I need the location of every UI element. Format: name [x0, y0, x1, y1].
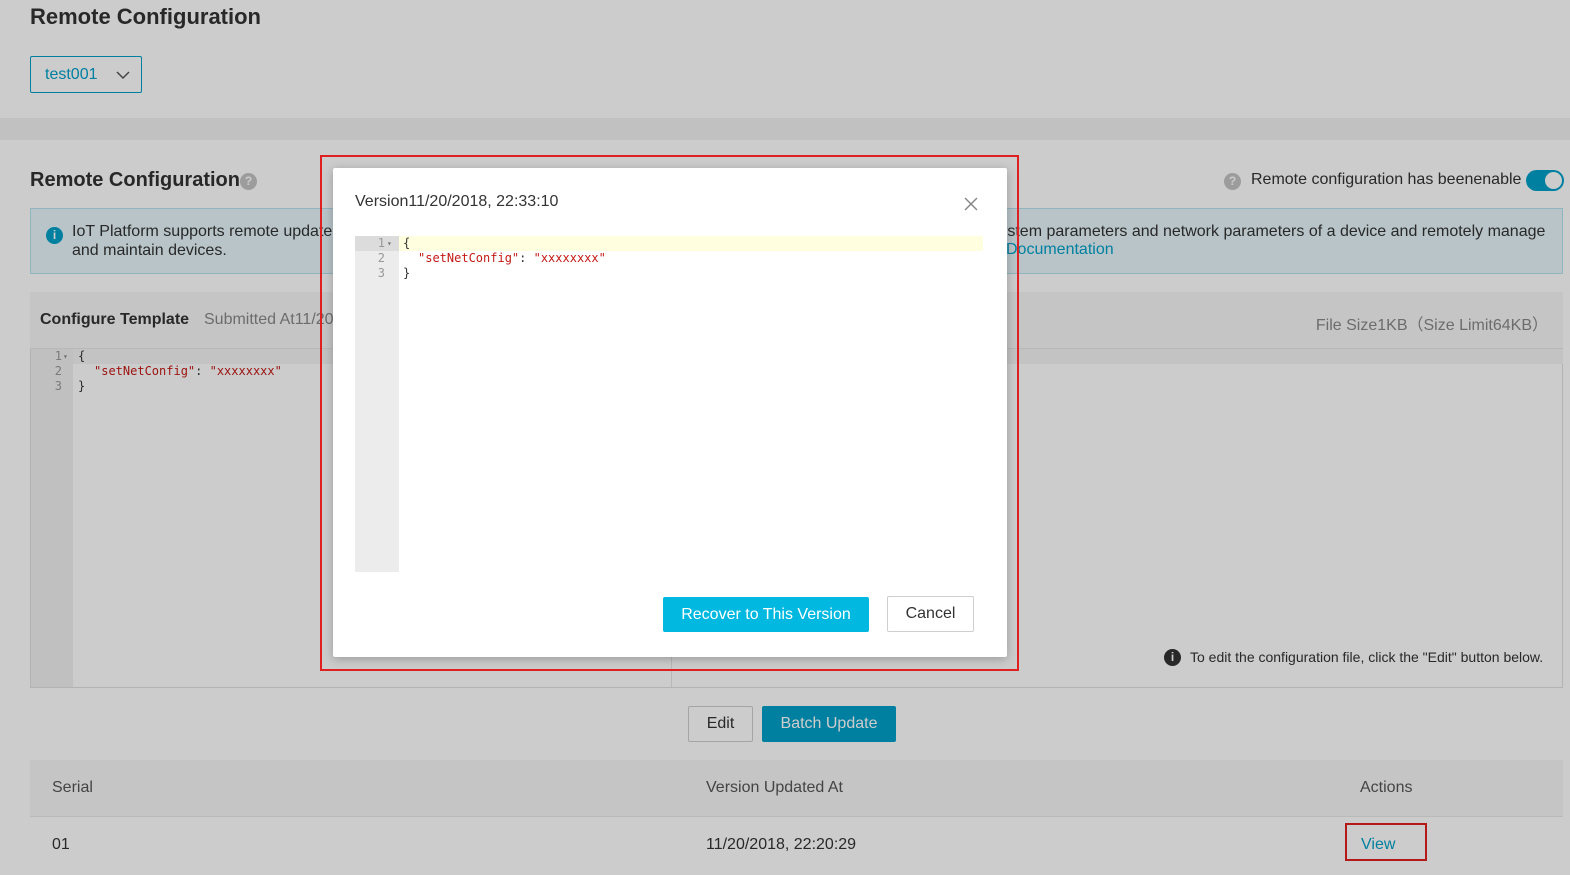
active-line-highlight [399, 236, 983, 251]
code-value: "xxxxxxxx" [533, 251, 606, 265]
version-dialog: Version11/20/2018, 22:33:10 1 ▾ 2 3 { "s… [333, 168, 1007, 657]
line-number: 3 [377, 266, 385, 280]
code-line: } [403, 266, 411, 280]
code-line: "setNetConfig": "xxxxxxxx" [418, 251, 606, 265]
code-key: "setNetConfig" [418, 251, 520, 265]
editor-gutter [355, 236, 399, 572]
line-number: 2 [377, 251, 385, 265]
close-icon[interactable] [963, 196, 979, 212]
recover-version-button[interactable]: Recover to This Version [663, 597, 869, 632]
line-number: 1 [377, 236, 385, 250]
cancel-button[interactable]: Cancel [887, 596, 974, 632]
dialog-title: Version11/20/2018, 22:33:10 [355, 193, 559, 210]
version-code-viewer[interactable]: 1 ▾ 2 3 { "setNetConfig": "xxxxxxxx" } [355, 236, 983, 572]
fold-arrow-icon[interactable]: ▾ [387, 236, 392, 251]
code-line: { [403, 236, 411, 250]
